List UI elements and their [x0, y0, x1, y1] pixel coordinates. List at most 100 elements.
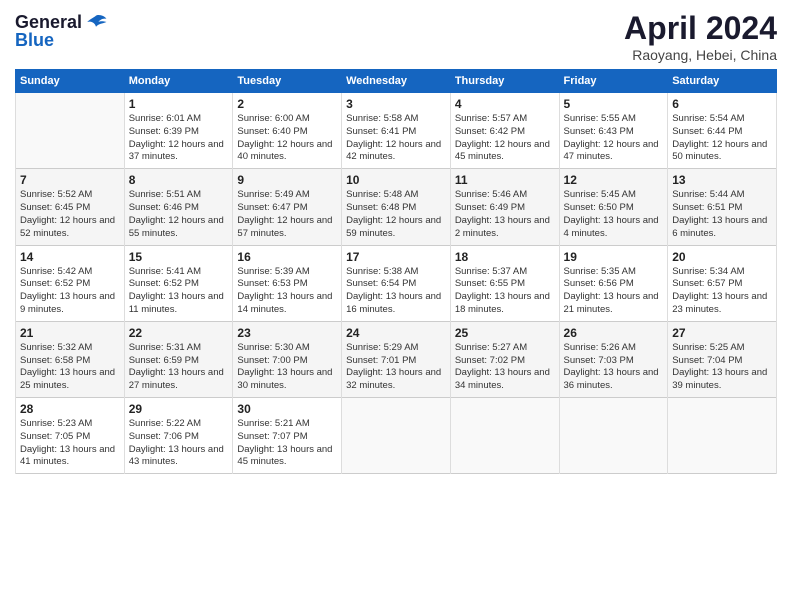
- day-number: 21: [20, 326, 120, 340]
- day-info: Sunrise: 5:21 AMSunset: 7:07 PMDaylight:…: [237, 418, 337, 469]
- calendar-container: General Blue April 2024 Raoyang, Hebei, …: [0, 0, 792, 484]
- day-number: 9: [237, 173, 337, 187]
- main-title: April 2024: [624, 10, 777, 47]
- week-row-1: 7 Sunrise: 5:52 AMSunset: 6:45 PMDayligh…: [16, 169, 777, 245]
- day-number: 17: [346, 250, 446, 264]
- day-cell: 2 Sunrise: 6:00 AMSunset: 6:40 PMDayligh…: [233, 93, 342, 169]
- day-cell: 3 Sunrise: 5:58 AMSunset: 6:41 PMDayligh…: [342, 93, 451, 169]
- weekday-header-wednesday: Wednesday: [342, 70, 451, 93]
- day-cell: 29 Sunrise: 5:22 AMSunset: 7:06 PMDaylig…: [124, 398, 233, 474]
- day-info: Sunrise: 5:27 AMSunset: 7:02 PMDaylight:…: [455, 342, 555, 393]
- weekday-header-monday: Monday: [124, 70, 233, 93]
- day-number: 20: [672, 250, 772, 264]
- day-info: Sunrise: 5:58 AMSunset: 6:41 PMDaylight:…: [346, 113, 446, 164]
- day-info: Sunrise: 5:37 AMSunset: 6:55 PMDaylight:…: [455, 266, 555, 317]
- day-number: 14: [20, 250, 120, 264]
- week-row-4: 28 Sunrise: 5:23 AMSunset: 7:05 PMDaylig…: [16, 398, 777, 474]
- weekday-header-friday: Friday: [559, 70, 668, 93]
- day-cell: 23 Sunrise: 5:30 AMSunset: 7:00 PMDaylig…: [233, 321, 342, 397]
- week-row-2: 14 Sunrise: 5:42 AMSunset: 6:52 PMDaylig…: [16, 245, 777, 321]
- day-cell: 1 Sunrise: 6:01 AMSunset: 6:39 PMDayligh…: [124, 93, 233, 169]
- day-number: 25: [455, 326, 555, 340]
- day-number: 23: [237, 326, 337, 340]
- weekday-header-row: SundayMondayTuesdayWednesdayThursdayFrid…: [16, 70, 777, 93]
- day-cell: 5 Sunrise: 5:55 AMSunset: 6:43 PMDayligh…: [559, 93, 668, 169]
- day-number: 22: [129, 326, 229, 340]
- day-cell: [559, 398, 668, 474]
- day-info: Sunrise: 5:49 AMSunset: 6:47 PMDaylight:…: [237, 189, 337, 240]
- day-number: 26: [564, 326, 664, 340]
- calendar-table: SundayMondayTuesdayWednesdayThursdayFrid…: [15, 69, 777, 474]
- header: General Blue April 2024 Raoyang, Hebei, …: [15, 10, 777, 63]
- day-info: Sunrise: 5:32 AMSunset: 6:58 PMDaylight:…: [20, 342, 120, 393]
- day-number: 8: [129, 173, 229, 187]
- day-cell: 4 Sunrise: 5:57 AMSunset: 6:42 PMDayligh…: [450, 93, 559, 169]
- day-cell: 15 Sunrise: 5:41 AMSunset: 6:52 PMDaylig…: [124, 245, 233, 321]
- day-info: Sunrise: 5:38 AMSunset: 6:54 PMDaylight:…: [346, 266, 446, 317]
- day-cell: 26 Sunrise: 5:26 AMSunset: 7:03 PMDaylig…: [559, 321, 668, 397]
- day-cell: 25 Sunrise: 5:27 AMSunset: 7:02 PMDaylig…: [450, 321, 559, 397]
- day-info: Sunrise: 5:25 AMSunset: 7:04 PMDaylight:…: [672, 342, 772, 393]
- day-info: Sunrise: 5:48 AMSunset: 6:48 PMDaylight:…: [346, 189, 446, 240]
- day-number: 18: [455, 250, 555, 264]
- day-info: Sunrise: 5:42 AMSunset: 6:52 PMDaylight:…: [20, 266, 120, 317]
- day-info: Sunrise: 5:57 AMSunset: 6:42 PMDaylight:…: [455, 113, 555, 164]
- day-info: Sunrise: 5:34 AMSunset: 6:57 PMDaylight:…: [672, 266, 772, 317]
- day-cell: 16 Sunrise: 5:39 AMSunset: 6:53 PMDaylig…: [233, 245, 342, 321]
- day-cell: 11 Sunrise: 5:46 AMSunset: 6:49 PMDaylig…: [450, 169, 559, 245]
- weekday-header-thursday: Thursday: [450, 70, 559, 93]
- day-info: Sunrise: 5:54 AMSunset: 6:44 PMDaylight:…: [672, 113, 772, 164]
- day-cell: 21 Sunrise: 5:32 AMSunset: 6:58 PMDaylig…: [16, 321, 125, 397]
- day-cell: 30 Sunrise: 5:21 AMSunset: 7:07 PMDaylig…: [233, 398, 342, 474]
- day-cell: 12 Sunrise: 5:45 AMSunset: 6:50 PMDaylig…: [559, 169, 668, 245]
- day-number: 3: [346, 97, 446, 111]
- day-cell: 7 Sunrise: 5:52 AMSunset: 6:45 PMDayligh…: [16, 169, 125, 245]
- day-cell: [668, 398, 777, 474]
- day-info: Sunrise: 5:51 AMSunset: 6:46 PMDaylight:…: [129, 189, 229, 240]
- day-info: Sunrise: 5:35 AMSunset: 6:56 PMDaylight:…: [564, 266, 664, 317]
- day-cell: 17 Sunrise: 5:38 AMSunset: 6:54 PMDaylig…: [342, 245, 451, 321]
- day-number: 19: [564, 250, 664, 264]
- day-cell: 10 Sunrise: 5:48 AMSunset: 6:48 PMDaylig…: [342, 169, 451, 245]
- day-info: Sunrise: 5:39 AMSunset: 6:53 PMDaylight:…: [237, 266, 337, 317]
- day-number: 5: [564, 97, 664, 111]
- day-info: Sunrise: 5:26 AMSunset: 7:03 PMDaylight:…: [564, 342, 664, 393]
- day-cell: 22 Sunrise: 5:31 AMSunset: 6:59 PMDaylig…: [124, 321, 233, 397]
- weekday-header-tuesday: Tuesday: [233, 70, 342, 93]
- day-number: 27: [672, 326, 772, 340]
- day-number: 2: [237, 97, 337, 111]
- day-number: 30: [237, 402, 337, 416]
- day-number: 6: [672, 97, 772, 111]
- weekday-header-saturday: Saturday: [668, 70, 777, 93]
- day-info: Sunrise: 5:41 AMSunset: 6:52 PMDaylight:…: [129, 266, 229, 317]
- day-cell: 13 Sunrise: 5:44 AMSunset: 6:51 PMDaylig…: [668, 169, 777, 245]
- day-info: Sunrise: 5:55 AMSunset: 6:43 PMDaylight:…: [564, 113, 664, 164]
- day-info: Sunrise: 5:44 AMSunset: 6:51 PMDaylight:…: [672, 189, 772, 240]
- day-cell: [450, 398, 559, 474]
- day-cell: [342, 398, 451, 474]
- day-info: Sunrise: 5:22 AMSunset: 7:06 PMDaylight:…: [129, 418, 229, 469]
- day-cell: 27 Sunrise: 5:25 AMSunset: 7:04 PMDaylig…: [668, 321, 777, 397]
- day-number: 29: [129, 402, 229, 416]
- day-number: 4: [455, 97, 555, 111]
- day-number: 28: [20, 402, 120, 416]
- logo-bird-icon: [84, 10, 108, 34]
- day-cell: 19 Sunrise: 5:35 AMSunset: 6:56 PMDaylig…: [559, 245, 668, 321]
- week-row-3: 21 Sunrise: 5:32 AMSunset: 6:58 PMDaylig…: [16, 321, 777, 397]
- day-number: 24: [346, 326, 446, 340]
- day-info: Sunrise: 5:29 AMSunset: 7:01 PMDaylight:…: [346, 342, 446, 393]
- day-info: Sunrise: 5:31 AMSunset: 6:59 PMDaylight:…: [129, 342, 229, 393]
- day-cell: 28 Sunrise: 5:23 AMSunset: 7:05 PMDaylig…: [16, 398, 125, 474]
- logo: General Blue: [15, 10, 108, 51]
- day-info: Sunrise: 5:46 AMSunset: 6:49 PMDaylight:…: [455, 189, 555, 240]
- day-info: Sunrise: 5:52 AMSunset: 6:45 PMDaylight:…: [20, 189, 120, 240]
- day-number: 13: [672, 173, 772, 187]
- day-info: Sunrise: 6:01 AMSunset: 6:39 PMDaylight:…: [129, 113, 229, 164]
- title-block: April 2024 Raoyang, Hebei, China: [624, 10, 777, 63]
- day-number: 16: [237, 250, 337, 264]
- day-cell: 9 Sunrise: 5:49 AMSunset: 6:47 PMDayligh…: [233, 169, 342, 245]
- day-number: 10: [346, 173, 446, 187]
- day-cell: 18 Sunrise: 5:37 AMSunset: 6:55 PMDaylig…: [450, 245, 559, 321]
- day-info: Sunrise: 6:00 AMSunset: 6:40 PMDaylight:…: [237, 113, 337, 164]
- day-cell: 24 Sunrise: 5:29 AMSunset: 7:01 PMDaylig…: [342, 321, 451, 397]
